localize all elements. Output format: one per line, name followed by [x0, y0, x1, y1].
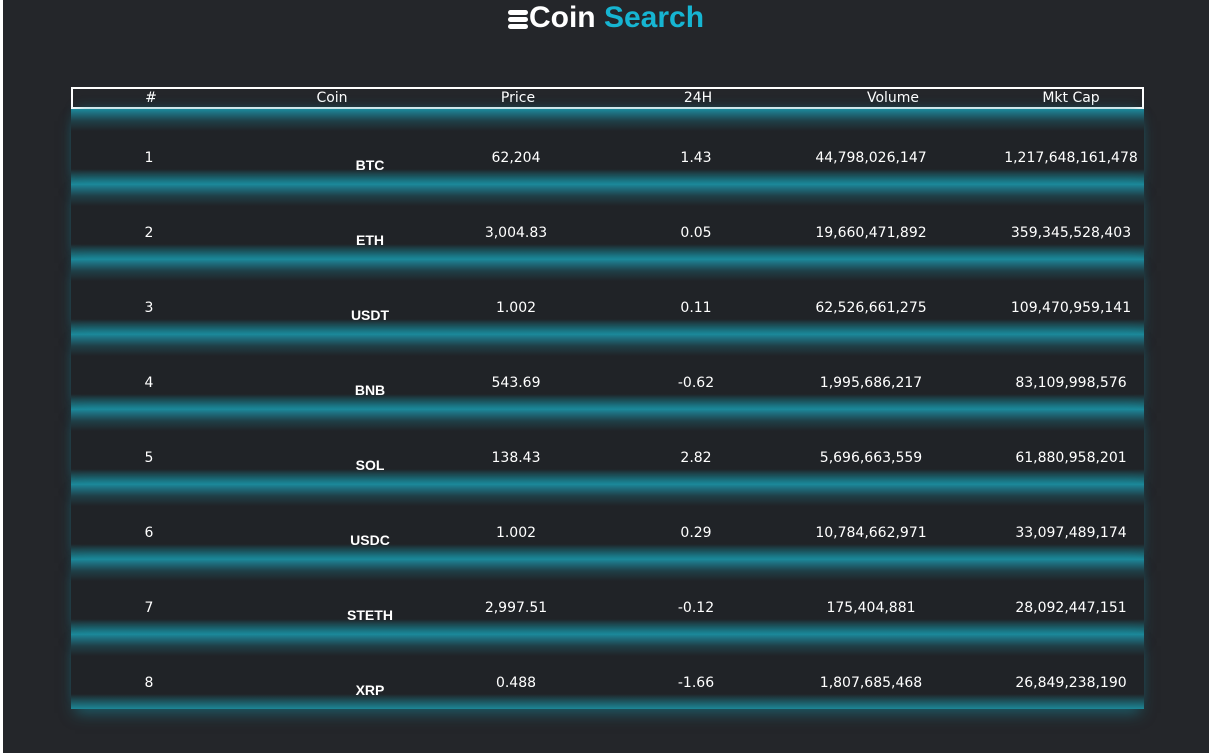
table-row[interactable]: 1 BTC 62,204 1.43 44,798,026,147 1,217,648,16…	[71, 109, 1144, 184]
row-volume: 1,995,686,217	[819, 375, 923, 391]
row-rank: 2	[144, 225, 154, 241]
table-row[interactable]: 6 USDC 1.002 0.29 10,784,662,971 33,097,489,1…	[71, 484, 1144, 559]
row-volume: 62,526,661,275	[815, 300, 927, 316]
row-mkt-cap: 83,109,998,576	[1015, 375, 1127, 391]
row-24h-change: 1.43	[680, 150, 712, 166]
page: Coin Search # Coin Price 24H Volume Mkt …	[0, 0, 1209, 753]
row-24h-change: -1.66	[677, 675, 715, 691]
table-row[interactable]: 3 USDT 1.002 0.11 62,526,661,275 109,470,959,…	[71, 259, 1144, 334]
title-word-coin: Coin	[528, 1, 596, 34]
row-rank: 5	[144, 450, 154, 466]
row-mkt-cap: 109,470,959,141	[1010, 300, 1132, 316]
title-word-search: Search	[603, 1, 705, 34]
row-24h-change: -0.12	[677, 600, 715, 616]
row-volume: 10,784,662,971	[815, 525, 927, 541]
table-row[interactable]: 7 STETH 2,997.51 -0.12 175,404,881 28,092,447…	[71, 559, 1144, 634]
row-rank: 6	[144, 525, 154, 541]
row-coin-symbol: XRP	[355, 682, 385, 698]
row-coin-symbol: ETH	[356, 232, 384, 248]
header-coin: Coin	[316, 90, 348, 106]
app-title: Coin Search	[3, 0, 1209, 40]
row-price: 1.002	[495, 525, 537, 541]
row-volume: 44,798,026,147	[815, 150, 927, 166]
row-price: 1.002	[495, 300, 537, 316]
header-price: Price	[500, 90, 536, 106]
row-rank: 1	[144, 150, 154, 166]
row-24h-change: -0.62	[677, 375, 715, 391]
row-24h-change: 0.11	[680, 300, 712, 316]
row-coin-symbol: BTC	[355, 157, 385, 173]
header-mkt-cap: Mkt Cap	[1042, 90, 1100, 106]
table-row[interactable]: 8 XRP 0.488 -1.66 1,807,685,468 26,849,238,19…	[71, 634, 1144, 709]
row-price: 138.43	[491, 450, 541, 466]
row-rank: 8	[144, 675, 154, 691]
row-rank: 7	[144, 600, 154, 616]
row-mkt-cap: 61,880,958,201	[1015, 450, 1127, 466]
header-volume: Volume	[866, 90, 920, 106]
row-volume: 19,660,471,892	[815, 225, 927, 241]
row-mkt-cap: 33,097,489,174	[1015, 525, 1127, 541]
row-mkt-cap: 359,345,528,403	[1010, 225, 1132, 241]
row-mkt-cap: 1,217,648,161,478	[1004, 150, 1138, 166]
table-header: # Coin Price 24H Volume Mkt Cap	[71, 87, 1144, 109]
table-row[interactable]: 5 SOL 138.43 2.82 5,696,663,559 61,880,958,20…	[71, 409, 1144, 484]
row-mkt-cap: 28,092,447,151	[1015, 600, 1127, 616]
row-24h-change: 2.82	[680, 450, 712, 466]
row-coin-symbol: USDT	[350, 307, 390, 323]
table-row[interactable]: 4 BNB 543.69 -0.62 1,995,686,217 83,109,998,5…	[71, 334, 1144, 409]
row-volume: 5,696,663,559	[819, 450, 923, 466]
header-rank: #	[145, 90, 157, 106]
row-price: 2,997.51	[484, 600, 548, 616]
row-coin-symbol: USDC	[350, 532, 390, 548]
row-price: 3,004.83	[484, 225, 548, 241]
row-volume: 175,404,881	[826, 600, 916, 616]
coin-table: # Coin Price 24H Volume Mkt Cap 1 BTC 62,2…	[71, 87, 1144, 709]
row-price: 543.69	[491, 375, 541, 391]
row-price: 62,204	[491, 150, 541, 166]
table-row[interactable]: 2 ETH 3,004.83 0.05 19,660,471,892 359,345,52…	[71, 184, 1144, 259]
row-rank: 4	[144, 375, 154, 391]
row-coin-symbol: STETH	[347, 607, 393, 623]
row-mkt-cap: 26,849,238,190	[1015, 675, 1127, 691]
row-coin-symbol: BNB	[354, 382, 386, 398]
header-24h: 24H	[683, 90, 713, 106]
coin-stack-icon	[507, 7, 528, 29]
row-volume: 1,807,685,468	[819, 675, 923, 691]
row-24h-change: 0.29	[680, 525, 712, 541]
row-rank: 3	[144, 300, 154, 316]
row-24h-change: 0.05	[680, 225, 712, 241]
row-price: 0.488	[495, 675, 537, 691]
row-coin-symbol: SOL	[355, 457, 385, 473]
